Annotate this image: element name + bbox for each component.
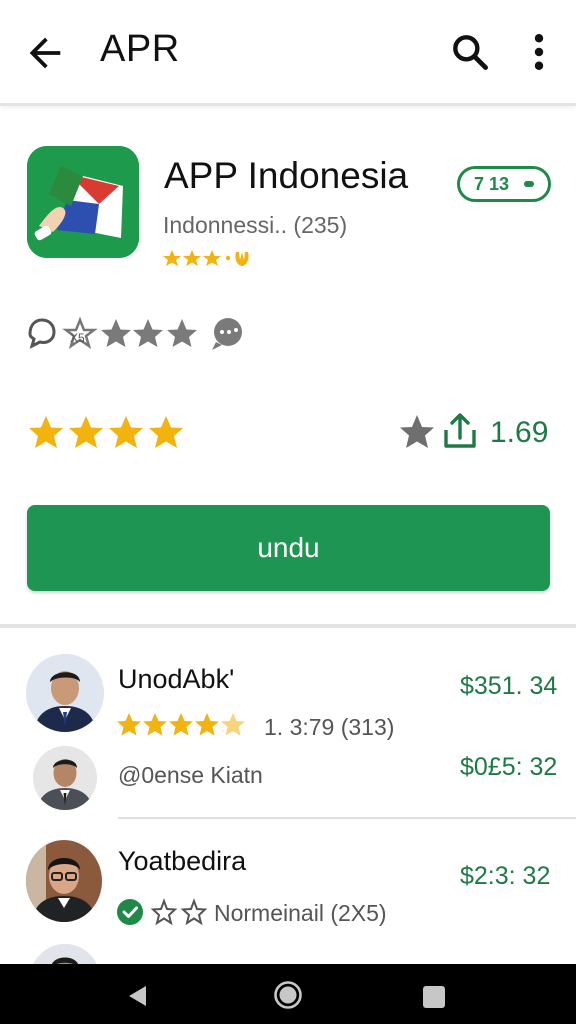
rating-value: 1.69 <box>490 416 549 449</box>
nav-back-icon[interactable] <box>126 984 150 1008</box>
app-flag-book-icon <box>27 146 139 258</box>
list-item-subtitle: @0ense Kiatn <box>118 762 263 788</box>
back-arrow-icon[interactable] <box>22 30 68 76</box>
list-item-rating-text: 1. 3:79 (313) <box>264 714 395 740</box>
nav-recents-icon[interactable] <box>423 986 445 1008</box>
avatar[interactable] <box>26 840 102 922</box>
top-app-bar: APR <box>0 0 576 106</box>
svg-text:X5: X5 <box>70 331 85 345</box>
list-divider <box>118 817 576 819</box>
list-item-name[interactable]: Yoatbedira <box>118 846 246 877</box>
install-button-label: undu <box>257 532 320 563</box>
install-button[interactable]: undu <box>27 505 550 591</box>
list-item-price: $2:3: 32 <box>460 862 551 890</box>
comment-icon <box>212 318 242 350</box>
page-title: APR <box>100 28 180 70</box>
app-name: APP Indonesia <box>164 155 409 196</box>
age-rating-badge: 7 13 <box>457 166 551 202</box>
nav-home-icon[interactable] <box>273 980 303 1010</box>
list-item-price: $0£5: 32 <box>460 753 558 781</box>
chat-bubble-icon <box>28 318 56 349</box>
avatar[interactable] <box>33 746 97 810</box>
avatar[interactable] <box>26 654 104 732</box>
rating-stars[interactable] <box>26 412 196 456</box>
share-icon[interactable] <box>440 410 480 452</box>
meta-row-icons: X5 <box>28 316 242 350</box>
more-vert-icon[interactable] <box>522 30 556 74</box>
badge-label: 7 13 <box>474 173 510 194</box>
screen: APR APP Indonesia Indonnessi.. (235) 7 1… <box>0 0 576 1024</box>
verified-check-icon <box>117 899 143 925</box>
section-divider <box>0 624 576 628</box>
system-navigation-bar <box>0 964 576 1024</box>
mini-rating-stars <box>163 250 249 266</box>
list-item-star-icons <box>150 898 208 926</box>
list-item-name[interactable]: UnodAbk' <box>118 664 234 695</box>
app-icon[interactable] <box>27 146 139 258</box>
badge-dot <box>524 181 534 187</box>
star-outline-icon[interactable] <box>398 412 436 452</box>
list-item-subtitle: Normeinail (2X5) <box>214 900 387 926</box>
search-icon[interactable] <box>448 30 492 74</box>
list-item-price: $351. 34 <box>460 672 558 700</box>
app-developer[interactable]: Indonnessi.. (235) <box>163 212 347 239</box>
list-item-stars <box>117 713 245 736</box>
